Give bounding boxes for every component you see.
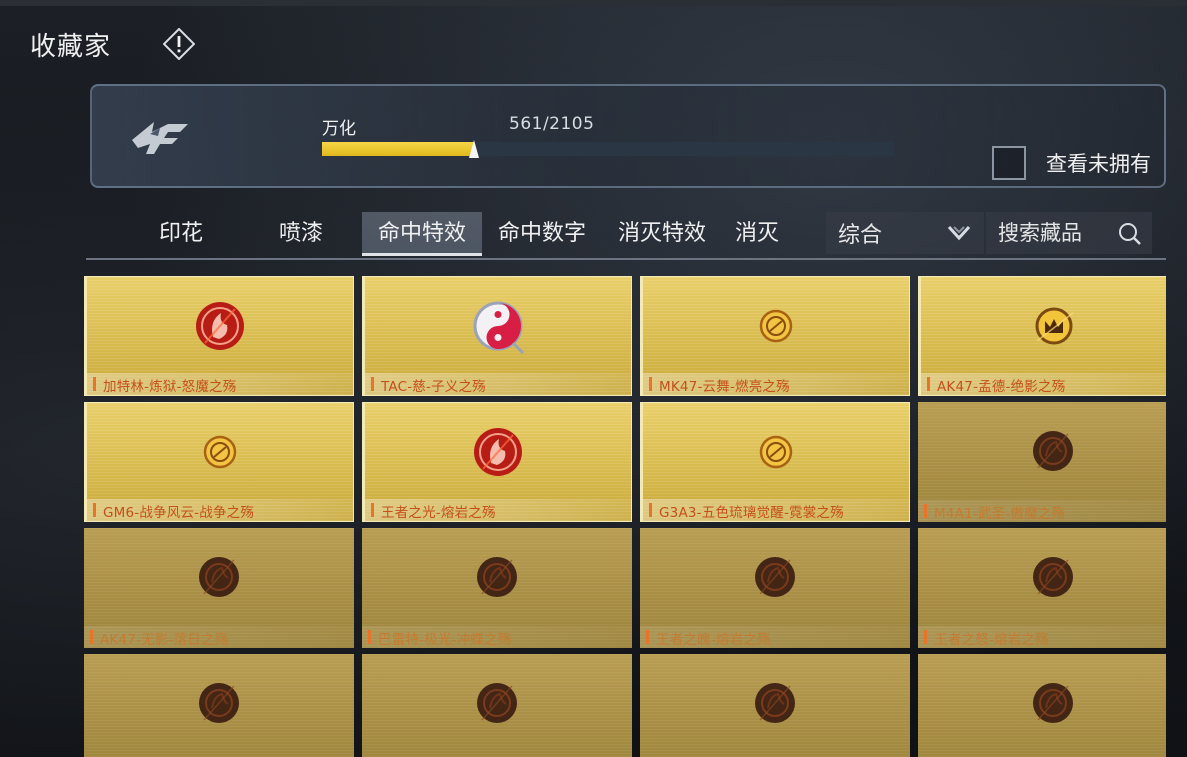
dark-emblem-icon (462, 668, 532, 738)
search-box[interactable] (986, 212, 1152, 254)
collection-item-card[interactable]: 王者之光-熔岩之殇 (362, 402, 632, 522)
dark-emblem-icon (184, 542, 254, 612)
gold-emblem-icon (741, 291, 811, 361)
item-accent-bar (646, 630, 649, 644)
item-accent-bar (649, 503, 652, 517)
sort-selected-label: 综合 (838, 223, 883, 248)
item-name: G3A3-五色琉璃觉醒-霓裳之殇 (659, 505, 844, 521)
item-name: GM6-战争风云-战争之殇 (103, 505, 255, 521)
red-flame-emblem-icon (463, 417, 533, 487)
info-diamond-icon (163, 28, 195, 60)
collection-item-card[interactable] (640, 654, 910, 757)
dark-emblem-icon (740, 668, 810, 738)
collection-item-card[interactable]: TAC-慈-子义之殇 (362, 276, 632, 396)
progress-marker-icon (469, 140, 479, 158)
item-accent-bar (924, 504, 927, 518)
tab-hit-numbers[interactable]: 命中数字 (482, 212, 602, 256)
item-accent-bar (924, 630, 927, 644)
progress-fill (322, 142, 474, 156)
page-title: 收藏家 (30, 32, 112, 62)
dark-emblem-icon (1018, 668, 1088, 738)
collection-item-card[interactable]: AK47-孟德-绝影之殇 (918, 276, 1166, 396)
item-name: 王者之怒-熔岩之殇 (934, 632, 1049, 648)
item-accent-bar (371, 377, 374, 391)
tab-stickers[interactable]: 印花 (126, 212, 236, 256)
collection-item-card[interactable]: MK47-云舞-燃亮之殇 (640, 276, 910, 396)
collection-item-card[interactable] (362, 654, 632, 757)
item-name-strip: 加特林-炼狱-怒魔之殇 (87, 373, 353, 395)
item-name: 巴雷特-极光-冲蝶之殇 (378, 632, 512, 648)
item-name-strip: 王者之光-熔岩之殇 (365, 499, 631, 521)
collection-item-card[interactable]: GM6-战争风云-战争之殇 (84, 402, 354, 522)
tab-sprays[interactable]: 喷漆 (246, 212, 356, 256)
item-accent-bar (90, 630, 93, 644)
tab-kills[interactable]: 消灭 (722, 212, 792, 256)
dark-emblem-icon (1018, 542, 1088, 612)
collection-item-card[interactable] (918, 654, 1166, 757)
dark-emblem-icon (462, 542, 532, 612)
collection-item-card[interactable]: 王者之怒-熔岩之殇 (918, 528, 1166, 648)
item-name-strip: TAC-慈-子义之殇 (365, 373, 631, 395)
item-name: M4A1-武圣-傲魔之殇 (934, 506, 1066, 522)
item-name-strip: AK47-无影-落日之殇 (84, 626, 354, 648)
collection-progress-panel: 万化 561/2105 查看未拥有 (90, 84, 1166, 188)
item-name-strip: M4A1-武圣-傲魔之殇 (918, 500, 1166, 522)
item-name-strip: MK47-云舞-燃亮之殇 (643, 373, 909, 395)
item-name-strip: 王者之怒-熔岩之殇 (918, 626, 1166, 648)
yin-yang-emblem-icon (463, 291, 533, 361)
item-accent-bar (371, 503, 374, 517)
tab-hit-effects[interactable]: 命中特效 (362, 212, 482, 256)
collection-item-card[interactable]: 加特林-炼狱-怒魔之殇 (84, 276, 354, 396)
item-name-strip: 王者之魄-熔岩之殇 (640, 626, 910, 648)
collection-item-card[interactable]: G3A3-五色琉璃觉醒-霓裳之殇 (640, 402, 910, 522)
collection-item-card[interactable]: 王者之魄-熔岩之殇 (640, 528, 910, 648)
search-icon[interactable] (1118, 222, 1142, 246)
collection-count: 561/2105 (509, 114, 595, 134)
item-accent-bar (649, 377, 652, 391)
item-name: AK47-孟德-绝影之殇 (937, 379, 1066, 395)
game-logo-icon (128, 114, 192, 158)
item-accent-bar (93, 503, 96, 517)
item-name-strip: GM6-战争风云-战争之殇 (87, 499, 353, 521)
tab-kill-effects[interactable]: 消灭特效 (602, 212, 722, 256)
item-name: TAC-慈-子义之殇 (381, 379, 486, 395)
sort-dropdown[interactable]: 综合 (826, 212, 984, 254)
info-button[interactable] (163, 28, 195, 60)
view-unowned-label: 查看未拥有 (1046, 152, 1151, 176)
category-tabs: 印花 喷漆 命中特效 命中数字 消灭特效 消灭 综合 (86, 208, 1166, 260)
collection-progress-bar (322, 140, 894, 158)
view-unowned-checkbox[interactable] (992, 146, 1026, 180)
item-accent-bar (368, 630, 371, 644)
item-name: 王者之光-熔岩之殇 (381, 505, 496, 521)
item-accent-bar (93, 377, 96, 391)
item-name: 加特林-炼狱-怒魔之殇 (103, 379, 237, 395)
search-input[interactable] (996, 220, 1118, 246)
gold-emblem-icon (185, 417, 255, 487)
collection-item-card[interactable] (84, 654, 354, 757)
gold-crown-emblem-icon (1019, 291, 1089, 361)
collection-item-card[interactable]: 巴雷特-极光-冲蝶之殇 (362, 528, 632, 648)
chevron-down-icon (947, 225, 971, 241)
item-name: MK47-云舞-燃亮之殇 (659, 379, 790, 395)
dark-emblem-icon (1018, 416, 1088, 486)
dark-emblem-icon (184, 668, 254, 738)
item-name: AK47-无影-落日之殇 (100, 632, 229, 648)
view-unowned-toggle[interactable]: 查看未拥有 (992, 146, 1151, 180)
item-accent-bar (927, 377, 930, 391)
top-strip (0, 0, 1187, 6)
item-name-strip: 巴雷特-极光-冲蝶之殇 (362, 626, 632, 648)
item-name-strip: AK47-孟德-绝影之殇 (921, 373, 1166, 395)
item-name-strip: G3A3-五色琉璃觉醒-霓裳之殇 (643, 499, 909, 521)
tier-label: 万化 (322, 119, 356, 139)
collection-item-card[interactable]: M4A1-武圣-傲魔之殇 (918, 402, 1166, 522)
collection-grid: 加特林-炼狱-怒魔之殇 TAC-慈-子义之殇 MK47-云舞-燃亮之殇 AK47-孟德… (84, 276, 1166, 757)
item-name: 王者之魄-熔岩之殇 (656, 632, 771, 648)
collection-item-card[interactable]: AK47-无影-落日之殇 (84, 528, 354, 648)
gold-emblem-icon (741, 417, 811, 487)
red-flame-emblem-icon (185, 291, 255, 361)
dark-emblem-icon (740, 542, 810, 612)
